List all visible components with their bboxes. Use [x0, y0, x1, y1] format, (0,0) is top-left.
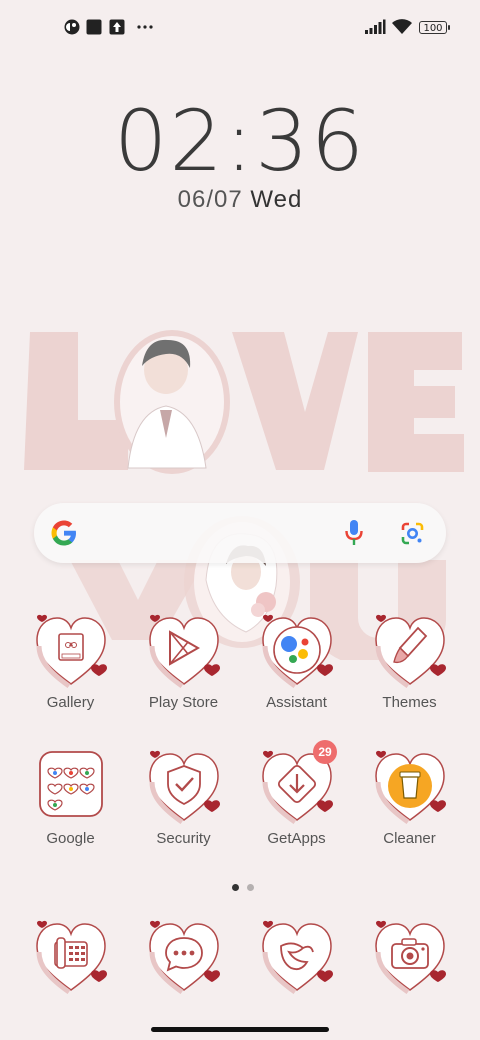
- app-google-folder[interactable]: Google: [14, 748, 127, 847]
- app-cleaner[interactable]: Cleaner: [353, 748, 466, 847]
- app-gallery[interactable]: Gallery: [14, 612, 127, 711]
- home-gesture-bar[interactable]: [151, 1027, 329, 1032]
- app-assistant[interactable]: Assistant: [240, 612, 353, 711]
- weekday-text: Wed: [250, 186, 303, 213]
- google-search-bar[interactable]: [34, 503, 446, 563]
- phone-icon: [35, 920, 107, 994]
- page-indicator[interactable]: [228, 878, 258, 896]
- themes-icon: [374, 614, 446, 688]
- security-icon: [148, 750, 220, 824]
- app-label: Security: [156, 830, 211, 847]
- app-label: Play Store: [148, 694, 219, 711]
- app-label: Cleaner: [383, 830, 436, 847]
- app-security[interactable]: Security: [127, 748, 240, 847]
- dock-camera[interactable]: [353, 918, 466, 994]
- google-lens-icon[interactable]: [400, 521, 425, 546]
- dock-phone[interactable]: [14, 918, 127, 994]
- assistant-icon: [261, 614, 333, 688]
- gallery-icon: [35, 614, 107, 688]
- dock-browser[interactable]: [240, 918, 353, 994]
- status-bar: 100: [0, 0, 480, 56]
- messages-icon: [148, 920, 220, 994]
- clock-time[interactable]: 02:36: [0, 92, 480, 190]
- browser-icon: [261, 920, 333, 994]
- clock-date[interactable]: 06/07 Wed: [0, 186, 480, 214]
- app-themes[interactable]: Themes: [353, 612, 466, 711]
- google-g-icon: [51, 520, 76, 546]
- app-play-store[interactable]: Play Store: [127, 612, 240, 711]
- play-store-icon: [148, 614, 220, 688]
- page-dot[interactable]: [247, 884, 254, 891]
- notification-badge: 29: [313, 740, 337, 764]
- page-dot-active[interactable]: [232, 884, 239, 891]
- cleaner-icon: [374, 750, 446, 824]
- more-icon[interactable]: [136, 19, 154, 35]
- app-label: Google: [46, 830, 95, 847]
- signal-icon: [365, 19, 386, 34]
- wifi-icon: [392, 19, 412, 34]
- microphone-icon[interactable]: [344, 519, 364, 547]
- battery-icon: 100: [419, 21, 450, 34]
- google-folder-icon: [38, 751, 103, 817]
- app-notification-icon: [64, 19, 80, 35]
- upload-icon: [109, 19, 125, 35]
- app-getapps[interactable]: GetApps 29: [240, 740, 353, 847]
- app-label: Assistant: [266, 694, 327, 711]
- dock-messages[interactable]: [127, 918, 240, 994]
- date-text: 06/07: [177, 186, 243, 213]
- app-label: Themes: [382, 694, 437, 711]
- love-you-wallpaper: [24, 330, 464, 660]
- camera-icon: [374, 920, 446, 994]
- app-label: GetApps: [267, 830, 326, 847]
- square-notification-icon: [86, 19, 102, 35]
- app-label: Gallery: [46, 694, 95, 711]
